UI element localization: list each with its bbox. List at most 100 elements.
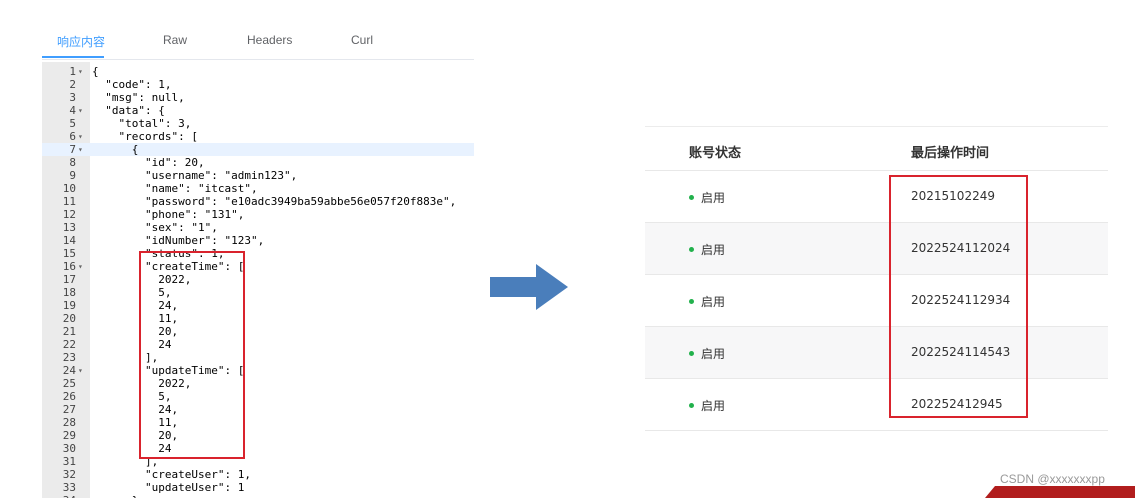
line-number: 34 xyxy=(42,494,76,498)
tab-headers[interactable]: Headers xyxy=(247,33,292,47)
code-line[interactable]: 9 "username": "admin123", xyxy=(42,169,474,182)
line-number: 2 xyxy=(69,78,76,91)
code-text: "password": "e10adc3949ba59abbe56e057f20… xyxy=(92,195,457,208)
code-text: "msg": null, xyxy=(92,91,185,104)
code-line[interactable]: 26 5, xyxy=(42,390,474,403)
response-tabs: 响应内容 Raw Headers Curl xyxy=(42,27,474,59)
fold-toggle-icon[interactable]: ▾ xyxy=(78,143,88,156)
table-row[interactable]: 启用 20215102249 xyxy=(645,171,1108,223)
code-line[interactable]: 21 20, xyxy=(42,325,474,338)
code-line[interactable]: 34 }, xyxy=(42,494,474,498)
line-number: 21 xyxy=(62,325,76,338)
code-line[interactable]: 30 24 xyxy=(42,442,474,455)
watermark: CSDN @xxxxxxxpp xyxy=(1000,472,1105,486)
code-line[interactable]: 11 "password": "e10adc3949ba59abbe56e057… xyxy=(42,195,474,208)
code-text: "idNumber": "123", xyxy=(92,234,265,247)
line-number: 18 xyxy=(62,286,76,299)
code-line[interactable]: 14 "idNumber": "123", xyxy=(42,234,474,247)
fold-toggle-icon[interactable]: ▾ xyxy=(78,65,88,78)
code-line[interactable]: 24 ▾ "updateTime": [ xyxy=(42,364,474,377)
line-number: 19 xyxy=(62,299,76,312)
line-number: 15 xyxy=(62,247,76,260)
code-line[interactable]: 13 "sex": "1", xyxy=(42,221,474,234)
line-number: 3 xyxy=(69,91,76,104)
status-cell: 启用 xyxy=(689,293,725,310)
code-text: "updateUser": 1 xyxy=(92,481,245,494)
code-line[interactable]: 29 20, xyxy=(42,429,474,442)
code-line[interactable]: 23 ], xyxy=(42,351,474,364)
code-line[interactable]: 1 ▾ { xyxy=(42,65,474,78)
status-cell: 启用 xyxy=(689,189,725,206)
code-line[interactable]: 16 ▾ "createTime": [ xyxy=(42,260,474,273)
code-line[interactable]: 15 "status": 1, xyxy=(42,247,474,260)
status-dot-icon xyxy=(689,247,694,252)
code-line[interactable]: 10 "name": "itcast", xyxy=(42,182,474,195)
status-label: 启用 xyxy=(701,347,726,361)
code-text: "createUser": 1, xyxy=(92,468,251,481)
code-text: { xyxy=(92,143,139,156)
code-line[interactable]: 3 "msg": null, xyxy=(42,91,474,104)
code-line[interactable]: 28 11, xyxy=(42,416,474,429)
code-line[interactable]: 7 ▾ { xyxy=(42,143,474,156)
code-line[interactable]: 5 "total": 3, xyxy=(42,117,474,130)
code-text: "records": [ xyxy=(92,130,198,143)
code-text: "username": "admin123", xyxy=(92,169,298,182)
table-row[interactable]: 启用 2022524112934 xyxy=(645,275,1108,327)
time-array-highlight xyxy=(139,251,245,459)
tab-curl[interactable]: Curl xyxy=(351,33,373,47)
status-label: 启用 xyxy=(701,399,726,413)
code-line[interactable]: 12 "phone": "131", xyxy=(42,208,474,221)
status-cell: 启用 xyxy=(689,345,725,362)
code-line[interactable]: 31 ], xyxy=(42,455,474,468)
code-line[interactable]: 18 5, xyxy=(42,286,474,299)
table-row[interactable]: 启用 202252412945 xyxy=(645,379,1108,431)
line-number: 27 xyxy=(62,403,76,416)
code-line[interactable]: 2 "code": 1, xyxy=(42,78,474,91)
code-text: "code": 1, xyxy=(92,78,172,91)
tab-response-content[interactable]: 响应内容 xyxy=(57,33,105,50)
status-dot-icon xyxy=(689,299,694,304)
fold-toggle-icon[interactable]: ▾ xyxy=(78,260,88,273)
table-row[interactable]: 启用 2022524112024 xyxy=(645,223,1108,275)
json-response-editor[interactable]: 1 ▾{2 "code": 1, 3 "msg": null, 4 ▾ "data": … xyxy=(42,62,474,498)
status-cell: 启用 xyxy=(689,397,725,414)
code-line[interactable]: 17 2022, xyxy=(42,273,474,286)
line-number: 32 xyxy=(62,468,76,481)
code-line[interactable]: 27 24, xyxy=(42,403,474,416)
code-text: "name": "itcast", xyxy=(92,182,258,195)
code-line[interactable]: 19 24, xyxy=(42,299,474,312)
line-number: 31 xyxy=(62,455,76,468)
status-label: 启用 xyxy=(701,295,726,309)
line-number: 29 xyxy=(62,429,76,442)
status-cell: 启用 xyxy=(689,241,725,258)
code-text: "id": 20, xyxy=(92,156,205,169)
active-tab-indicator xyxy=(42,56,104,58)
code-line[interactable]: 4 ▾ "data": { xyxy=(42,104,474,117)
line-number: 5 xyxy=(69,117,76,130)
code-line[interactable]: 6 ▾ "records": [ xyxy=(42,130,474,143)
line-number: 1 xyxy=(69,65,76,78)
fold-toggle-icon[interactable]: ▾ xyxy=(78,130,88,143)
table-row[interactable]: 启用 2022524114543 xyxy=(645,327,1108,379)
line-number: 17 xyxy=(62,273,76,286)
tab-raw[interactable]: Raw xyxy=(163,33,187,47)
line-number: 26 xyxy=(62,390,76,403)
line-number: 33 xyxy=(62,481,76,494)
code-line[interactable]: 32 "createUser": 1, xyxy=(42,468,474,481)
code-line[interactable]: 33 "updateUser": 1 xyxy=(42,481,474,494)
code-line[interactable]: 8 "id": 20, xyxy=(42,156,474,169)
code-line[interactable]: 22 24 xyxy=(42,338,474,351)
fold-toggle-icon[interactable]: ▾ xyxy=(78,104,88,117)
line-number: 30 xyxy=(62,442,76,455)
code-line[interactable]: 20 11, xyxy=(42,312,474,325)
line-number: 9 xyxy=(69,169,76,182)
fold-toggle-icon[interactable]: ▾ xyxy=(78,364,88,377)
status-dot-icon xyxy=(689,195,694,200)
corner-banner-decoration xyxy=(985,486,1135,498)
header-last-operation-time: 最后操作时间 xyxy=(911,146,990,161)
line-number: 10 xyxy=(62,182,76,195)
code-line[interactable]: 25 2022, xyxy=(42,377,474,390)
line-number: 16 xyxy=(62,260,76,273)
line-number: 20 xyxy=(62,312,76,325)
status-dot-icon xyxy=(689,403,694,408)
